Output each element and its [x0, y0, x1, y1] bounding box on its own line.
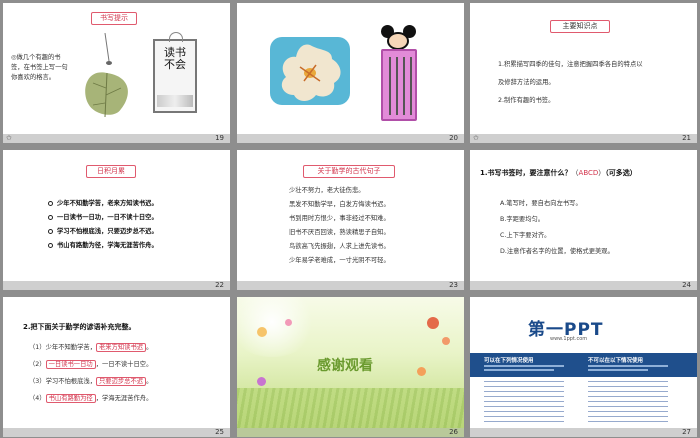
slide-tag: 主要知识点	[550, 20, 610, 33]
slide-grid: 书写提示 ◎做几个有趣的书签，在书签上写一句你喜欢的格言。 读书不会 ✩ 19	[0, 0, 700, 438]
exercise-row: （3）学习不怕根底浅， 只要迈步总不迟。	[29, 377, 153, 386]
flower-icon	[257, 327, 267, 337]
brand-url: www.1ppt.com	[550, 336, 588, 342]
slide-footer	[237, 428, 464, 437]
flower-icon	[257, 377, 266, 386]
slide-tag: 书写提示	[91, 12, 137, 25]
link-list-right	[588, 381, 668, 425]
proverb-item: 少年不知勤学苦，老来方知读书迟。	[48, 198, 158, 207]
light-glow	[237, 297, 317, 357]
slide-20[interactable]: 20	[237, 3, 464, 143]
answer-fill: 老来方知读书迟	[95, 343, 147, 352]
bullet-icon	[48, 214, 53, 220]
proverb-item: 学习不怕根底浅，只要迈步总不迟。	[48, 226, 158, 235]
answer-fill: 只要迈步总不迟	[95, 377, 147, 386]
option: A.笔写时，要自右向左书写。	[500, 200, 582, 207]
knowledge-item: 2.制作有趣的书签。	[498, 97, 555, 104]
info-header: 可以在下列情况使用 不可以在以下情况使用	[470, 353, 697, 377]
slide-21[interactable]: 主要知识点 1.积累描写四季的佳句，注意把握四季各自的特点以 及修辞方法的运用。…	[470, 3, 697, 143]
bullet-icon	[48, 228, 53, 234]
flower-icon	[417, 367, 426, 376]
page-number: 24	[682, 281, 691, 289]
proverb-item: 一日读书一日功，一日不读十日空。	[48, 212, 158, 221]
flower-bookmark-image	[270, 37, 350, 105]
slide-footer	[237, 134, 464, 143]
ancient-sentence: 鸟欲高飞先振翅，人求上进先读书。	[289, 243, 390, 250]
mickey-bookmark-image	[377, 25, 421, 123]
slide-25[interactable]: 2.把下面关于勤学的谚语补充完整。 （1）少年不知勤学苦， 老来方知读书迟。 （2…	[3, 297, 230, 437]
page-number: 22	[215, 281, 224, 289]
slide-footer	[470, 428, 697, 437]
slide-footer	[3, 281, 230, 290]
slide-star-icon: ✩	[6, 134, 12, 142]
ancient-sentence: 旧书不厌百回读，熟读精思子自知。	[289, 229, 390, 236]
page-number: 25	[215, 428, 224, 436]
slide-footer	[237, 281, 464, 290]
slide-footer	[470, 134, 697, 143]
bullet-icon	[48, 200, 53, 206]
page-number: 23	[449, 281, 458, 289]
ancient-sentence: 书到用时方恨少，事非经过不知难。	[289, 215, 390, 222]
ancient-sentence: 少壮不努力，老大徒伤悲。	[289, 187, 365, 194]
slide-star-icon: ✩	[473, 134, 479, 142]
allowed-heading: 可以在下列情况使用	[484, 358, 534, 364]
knowledge-item: 1.积累描写四季的佳句，注意把握四季各自的特点以	[498, 61, 643, 68]
option: D.注意作者名字的位置，使格式更美观。	[500, 248, 614, 255]
slide-26[interactable]: 感谢观看 26	[237, 297, 464, 437]
slide-tag: 日积月累	[86, 165, 136, 178]
exercise-row: （2） 一日读书一日功 ，一日不读十日空。	[29, 360, 153, 369]
slide-19[interactable]: 书写提示 ◎做几个有趣的书签，在书签上写一句你喜欢的格言。 读书不会 ✩ 19	[3, 3, 230, 143]
answer: ABCD	[578, 169, 599, 177]
flower-icon	[285, 319, 292, 326]
option: B.字距要均匀。	[500, 216, 545, 223]
tip-text: ◎做几个有趣的书签，在书签上写一句你喜欢的格言。	[11, 54, 68, 81]
bookmark-calligraphy: 读书不会	[164, 46, 186, 71]
page-number: 27	[682, 428, 691, 436]
flower-icon	[427, 317, 439, 329]
logo-area: 第一PPT www.1ppt.com	[470, 297, 697, 353]
thanks-title: 感谢观看	[317, 358, 373, 374]
proverb-item: 书山有路勤为径，学海无涯苦作舟。	[48, 240, 158, 249]
ancient-sentence: 黑发不知勤学早，白发方悔读书迟。	[289, 201, 390, 208]
slide-footer	[3, 428, 230, 437]
grass	[237, 388, 464, 428]
leaf-bookmark-image	[85, 33, 128, 118]
question: 1.书写书签时，要注意什么？（ABCD）（可多选）	[480, 169, 637, 177]
page-number: 20	[449, 134, 458, 142]
slide-22[interactable]: 日积月累 少年不知勤学苦，老来方知读书迟。 一日读书一日功，一日不读十日空。 学…	[3, 150, 230, 290]
slide-27[interactable]: 第一PPT www.1ppt.com 可以在下列情况使用 不可以在以下情况使用 …	[470, 297, 697, 437]
exercise-row: （4） 书山有路勤为径 ，学海无涯苦作舟。	[29, 394, 153, 403]
page-number: 19	[215, 134, 224, 142]
slide-23[interactable]: 关于勤学的古代句子 少壮不努力，老大徒伤悲。 黑发不知勤学早，白发方悔读书迟。 …	[237, 150, 464, 290]
page-number: 21	[682, 134, 691, 142]
answer-fill: 一日读书一日功	[45, 360, 96, 369]
slide-24[interactable]: 1.书写书签时，要注意什么？（ABCD）（可多选） A.笔写时，要自右向左书写。…	[470, 150, 697, 290]
disallowed-heading: 不可以在以下情况使用	[588, 358, 644, 364]
exercise-row: （1）少年不知勤学苦， 老来方知读书迟。	[29, 343, 153, 352]
option: C.上下字要对齐。	[500, 232, 551, 239]
ink-bookmark-image: 读书不会	[153, 32, 197, 113]
slide-footer	[470, 281, 697, 290]
exercise-title: 2.把下面关于勤学的谚语补充完整。	[23, 323, 136, 331]
slide-footer	[3, 134, 230, 143]
bullet-icon	[48, 242, 53, 248]
flower-icon	[442, 337, 450, 345]
answer-fill: 书山有路勤为径	[45, 394, 96, 403]
slide-tag: 关于勤学的古代句子	[303, 165, 395, 178]
knowledge-item: 及修辞方法的运用。	[498, 79, 555, 86]
page-number: 26	[449, 428, 458, 436]
link-list-left	[484, 381, 564, 425]
ancient-sentence: 少年易学老难成，一寸光阴不可轻。	[289, 257, 390, 264]
